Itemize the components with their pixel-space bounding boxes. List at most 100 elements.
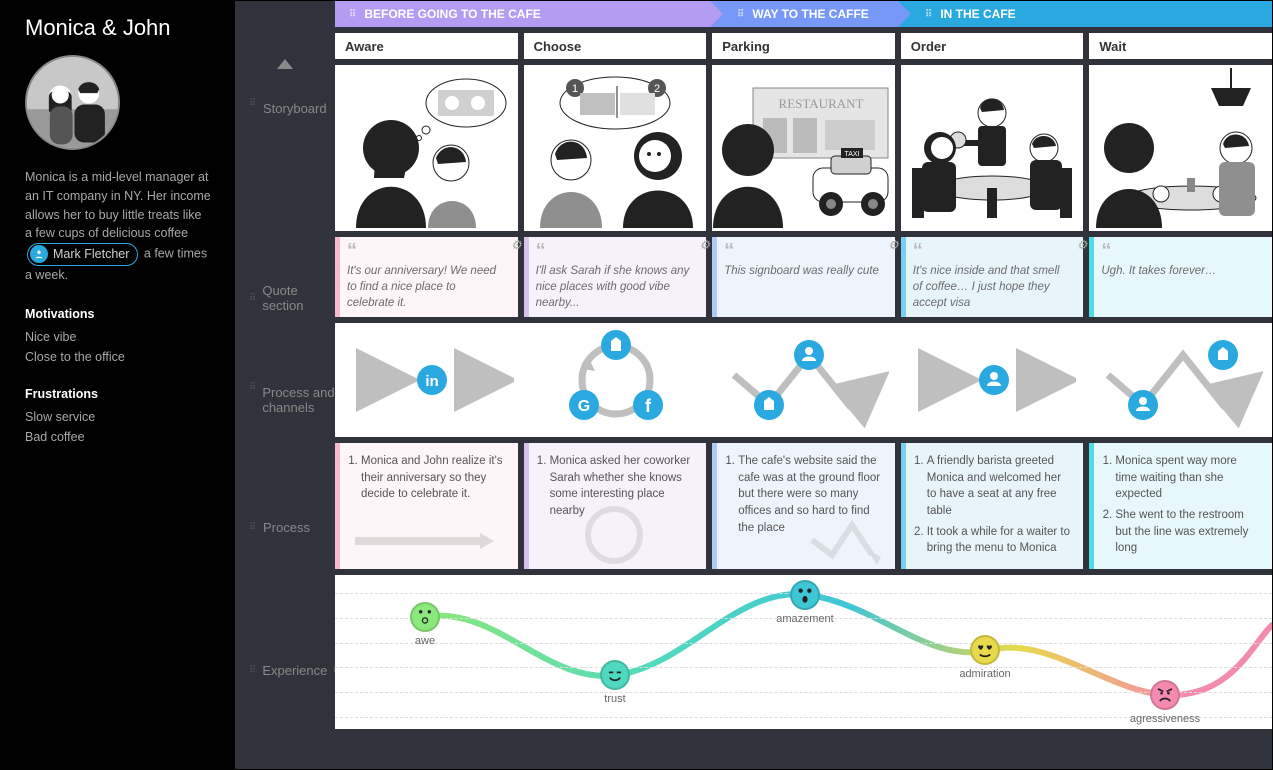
process-cell[interactable]: Monica and John realize it's their anniv… <box>335 443 518 569</box>
row-label-process-channels[interactable]: ⠿ Process and channels <box>235 341 335 461</box>
process-cell[interactable]: Monica asked her coworker Sarah whether … <box>524 443 707 569</box>
emotion-label: awe <box>415 635 435 647</box>
accent-bar <box>901 443 906 569</box>
persona-description: Monica is a mid-level manager at an IT c… <box>25 168 211 285</box>
emotion-amazement[interactable] <box>790 580 820 610</box>
accent-bar <box>712 237 717 317</box>
storyboard-cell-aware[interactable] <box>335 65 518 231</box>
quote-row: ⚙ “ It's our anniversary! We need to fin… <box>335 231 1272 317</box>
quote-cell[interactable]: ⚙ “ This signboard was really cute <box>712 237 895 317</box>
row-label-experience[interactable]: ⠿ Experience <box>235 593 335 747</box>
quote-icon: “ <box>913 245 1072 257</box>
grip-icon[interactable]: ⠿ <box>249 668 256 673</box>
emotion-admiration[interactable] <box>970 635 1000 665</box>
gear-icon[interactable]: ⚙ <box>511 237 522 254</box>
channel-cell-parking[interactable] <box>710 323 897 437</box>
frustrations-heading: Frustrations <box>25 387 211 401</box>
phase-before[interactable]: ⠿ BEFORE GOING TO THE CAFE <box>335 1 711 27</box>
grip-icon[interactable]: ⠿ <box>249 385 256 390</box>
accent-bar <box>335 443 340 569</box>
process-row: Monica and John realize it's their anniv… <box>335 437 1272 569</box>
restaurant-sign: RESTAURANT <box>779 96 864 111</box>
gear-icon[interactable]: ⚙ <box>888 237 899 254</box>
channel-cell-choose[interactable]: G f <box>522 323 709 437</box>
storyboard-cell-parking[interactable]: RESTAURANT TAXI <box>712 65 895 231</box>
grip-icon[interactable]: ⠿ <box>249 525 257 530</box>
row-label-process[interactable]: ⠿ Process <box>235 461 335 593</box>
channel-cell-order[interactable] <box>897 323 1084 437</box>
grip-icon[interactable]: ⠿ <box>925 9 932 20</box>
motivations-list: Nice vibe Close to the office <box>25 327 211 367</box>
gear-icon[interactable]: ⚙ <box>1077 237 1088 254</box>
quote-cell[interactable]: ⚙ “ It's nice inside and that smell of c… <box>901 237 1084 317</box>
collapse-arrow-icon[interactable] <box>277 59 293 69</box>
row-labels-column: ⠿ Storyboard ⠿ Quote section ⠿ Process a… <box>235 1 335 769</box>
row-label-quote[interactable]: ⠿ Quote section <box>235 255 335 341</box>
emotion-label: admiration <box>959 668 1010 680</box>
emotion-trust[interactable] <box>600 660 630 690</box>
accent-bar <box>1089 237 1094 317</box>
accent-bar <box>901 237 906 317</box>
grip-icon[interactable]: ⠿ <box>737 9 744 20</box>
persona-sidebar: Monica & John Monica is a mid-level mana… <box>1 1 235 769</box>
quote-icon: “ <box>724 245 883 257</box>
gear-icon[interactable]: ⚙ <box>699 237 710 254</box>
list-item: Close to the office <box>25 347 211 367</box>
grip-icon[interactable]: ⠿ <box>249 296 256 301</box>
list-item: Bad coffee <box>25 427 211 447</box>
stage-header[interactable]: Choose <box>524 33 707 59</box>
accent-bar <box>524 443 529 569</box>
emotion-label: agressiveness <box>1130 713 1200 725</box>
quote-icon: “ <box>1101 245 1260 257</box>
storyboard-cell-order[interactable] <box>901 65 1084 231</box>
quote-cell[interactable]: ⚙ “ I'll ask Sarah if she knows any nice… <box>524 237 707 317</box>
stage-headers-row: Aware Choose Parking Order Wait <box>335 27 1272 59</box>
svg-text:f: f <box>645 396 652 416</box>
svg-text:1: 1 <box>572 83 578 95</box>
accent-bar <box>524 237 529 317</box>
phase-way[interactable]: ⠿ WAY TO THE CAFFE <box>711 1 899 27</box>
storyboard-row: 1 2 R <box>335 59 1272 231</box>
persona-desc-pre: Monica is a mid-level manager at an IT c… <box>25 170 211 240</box>
phase-in-cafe[interactable]: ⠿ IN THE CAFE <box>899 1 1272 27</box>
quote-cell[interactable]: “ Ugh. It takes forever… <box>1089 237 1272 317</box>
chip-label: Mark Fletcher <box>53 245 129 264</box>
storyboard-cell-wait[interactable] <box>1089 65 1272 231</box>
persona-title: Monica & John <box>25 15 211 41</box>
channel-cell-aware[interactable]: in <box>335 323 522 437</box>
process-cell[interactable]: The cafe's website said the cafe was at … <box>712 443 895 569</box>
accent-bar <box>712 443 717 569</box>
svg-text:in: in <box>425 373 438 390</box>
process-cell[interactable]: A friendly barista greeted Monica and we… <box>901 443 1084 569</box>
row-label-storyboard[interactable]: ⠿ Storyboard <box>235 83 335 255</box>
quote-icon: “ <box>536 245 695 257</box>
process-channels-row: in G f <box>335 323 1272 437</box>
grip-icon[interactable]: ⠿ <box>349 9 356 20</box>
list-item: Slow service <box>25 407 211 427</box>
accent-bar <box>335 237 340 317</box>
stage-header[interactable]: Wait <box>1089 33 1272 59</box>
persona-avatar <box>25 55 120 150</box>
quote-cell[interactable]: ⚙ “ It's our anniversary! We need to fin… <box>335 237 518 317</box>
journey-map-grid: ⠿ BEFORE GOING TO THE CAFE ⠿ WAY TO THE … <box>335 1 1272 769</box>
stage-header[interactable]: Order <box>901 33 1084 59</box>
list-item: Nice vibe <box>25 327 211 347</box>
mention-chip[interactable]: Mark Fletcher <box>27 243 138 266</box>
quote-icon: “ <box>347 245 506 257</box>
grip-icon[interactable]: ⠿ <box>249 101 257 106</box>
experience-row[interactable]: awetrustamazementadmirationagressiveness <box>335 575 1272 729</box>
frustrations-list: Slow service Bad coffee <box>25 407 211 447</box>
storyboard-cell-choose[interactable]: 1 2 <box>524 65 707 231</box>
stage-header[interactable]: Aware <box>335 33 518 59</box>
emotion-agressiveness[interactable] <box>1150 680 1180 710</box>
person-icon <box>30 245 48 263</box>
svg-text:TAXI: TAXI <box>845 151 860 158</box>
emotion-label: trust <box>604 693 625 705</box>
emotion-awe[interactable] <box>410 602 440 632</box>
phase-bar: ⠿ BEFORE GOING TO THE CAFE ⠿ WAY TO THE … <box>335 1 1272 27</box>
accent-bar <box>1089 443 1094 569</box>
process-cell[interactable]: Monica spent way more time waiting than … <box>1089 443 1272 569</box>
channel-cell-wait[interactable] <box>1085 323 1272 437</box>
stage-header[interactable]: Parking <box>712 33 895 59</box>
motivations-heading: Motivations <box>25 307 211 321</box>
